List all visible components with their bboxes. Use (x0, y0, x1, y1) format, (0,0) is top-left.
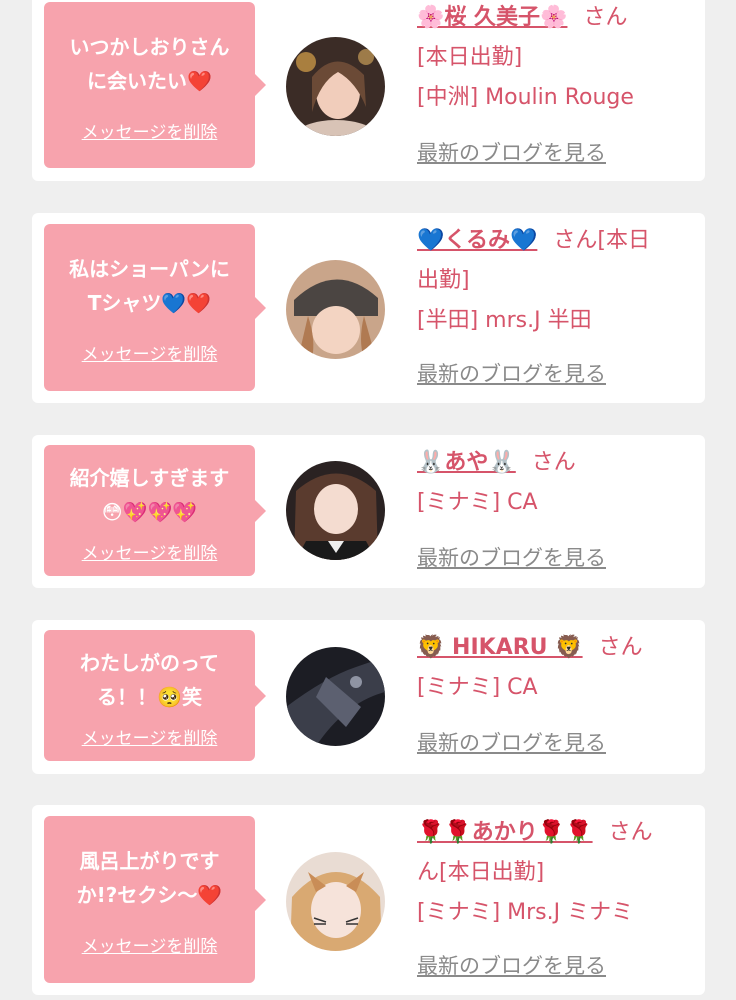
delete-message-link[interactable]: メッセージを削除 (44, 932, 255, 957)
latest-blog-link[interactable]: 最新のブログを見る (417, 542, 606, 572)
cast-info: 🦁 HIKARU 🦁 さん [ミナミ] CA (417, 628, 702, 708)
shop-line: [中洲] Moulin Rouge (417, 85, 634, 110)
cast-name-link[interactable]: 🐰あや🐰 (417, 450, 516, 475)
status-fragment: [本日 (597, 228, 650, 253)
status-line: [本日出勤] (417, 45, 523, 70)
latest-blog-link[interactable]: 最新のブログを見る (417, 358, 606, 388)
delete-message-link[interactable]: メッセージを削除 (44, 118, 255, 143)
avatar[interactable] (286, 260, 385, 359)
delete-message-link[interactable]: メッセージを削除 (44, 724, 255, 749)
message-card: いつかしおりさん に会いたい❤️ メッセージを削除 🌸桜 久美子🌸 さん [本日出… (32, 0, 705, 181)
avatar[interactable] (286, 647, 385, 746)
message-card: 紹介嬉しすぎます 😳💖💖💖 メッセージを削除 🐰あや🐰 さん [ミナミ] CA 最… (32, 435, 705, 588)
message-card: わたしがのって る！！🥺笑 メッセージを削除 🦁 HIKARU 🦁 さん [ミナミ… (32, 620, 705, 774)
message-bubble: 風呂上がりです か!?セクシ〜❤️ メッセージを削除 (44, 816, 266, 983)
honorific: さん (608, 820, 653, 845)
status-line: 出勤] (417, 268, 470, 293)
shop-line: [半田] mrs.J 半田 (417, 308, 592, 333)
message-text: 紹介嬉しすぎます 😳💖💖💖 (69, 466, 230, 524)
delete-message-link[interactable]: メッセージを削除 (44, 340, 255, 365)
message-card: 私はショーパンに Tシャツ💙❤️ メッセージを削除 💙くるみ💙 さん[本日 出勤]… (32, 213, 705, 403)
message-text: わたしがのって る！！🥺笑 (80, 651, 219, 709)
avatar[interactable] (286, 37, 385, 136)
latest-blog-link[interactable]: 最新のブログを見る (417, 727, 606, 757)
cast-name-link[interactable]: 🌹🌹あかり🌹🌹 (417, 820, 593, 845)
latest-blog-link[interactable]: 最新のブログを見る (417, 950, 606, 980)
message-text: 私はショーパンに Tシャツ💙❤️ (69, 257, 230, 315)
message-bubble: 紹介嬉しすぎます 😳💖💖💖 メッセージを削除 (44, 445, 266, 576)
honorific: さん (583, 5, 628, 30)
avatar[interactable] (286, 852, 385, 951)
shop-line: [ミナミ] CA (417, 675, 538, 700)
message-bubble: わたしがのって る！！🥺笑 メッセージを削除 (44, 630, 266, 761)
message-text: いつかしおりさん に会いたい❤️ (69, 35, 230, 93)
avatar[interactable] (286, 461, 385, 560)
latest-blog-link[interactable]: 最新のブログを見る (417, 137, 606, 167)
cast-name-link[interactable]: 🌸桜 久美子🌸 (417, 5, 567, 30)
message-card: 風呂上がりです か!?セクシ〜❤️ メッセージを削除 🌹🌹あかり🌹🌹 さん ん[本… (32, 805, 705, 995)
shop-line: [ミナミ] Mrs.J ミナミ (417, 900, 634, 925)
cast-info: 🐰あや🐰 さん [ミナミ] CA (417, 443, 702, 523)
cast-info: 🌹🌹あかり🌹🌹 さん ん[本日出勤] [ミナミ] Mrs.J ミナミ (417, 813, 702, 933)
honorific: さん (531, 450, 576, 475)
shop-line: [ミナミ] CA (417, 490, 538, 515)
honorific: さん (553, 228, 598, 253)
cast-info: 💙くるみ💙 さん[本日 出勤] [半田] mrs.J 半田 (417, 221, 702, 341)
status-line: ん[本日出勤] (417, 860, 545, 885)
cast-info: 🌸桜 久美子🌸 さん [本日出勤] [中洲] Moulin Rouge (417, 0, 702, 118)
cast-name-link[interactable]: 💙くるみ💙 (417, 228, 537, 253)
delete-message-link[interactable]: メッセージを削除 (44, 539, 255, 564)
message-bubble: 私はショーパンに Tシャツ💙❤️ メッセージを削除 (44, 224, 266, 391)
cast-name-link[interactable]: 🦁 HIKARU 🦁 (417, 635, 583, 660)
message-bubble: いつかしおりさん に会いたい❤️ メッセージを削除 (44, 2, 266, 168)
honorific: さん (598, 635, 643, 660)
message-text: 風呂上がりです か!?セクシ〜❤️ (76, 849, 223, 907)
